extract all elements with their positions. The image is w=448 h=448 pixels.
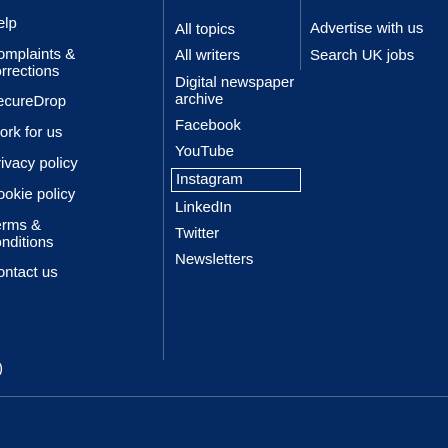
securedrop-link[interactable]: SecureDrop: [0, 93, 146, 111]
newsletters-link[interactable]: Newsletters: [175, 250, 295, 270]
column-divider-1: [163, 0, 164, 360]
complaints-corrections-link[interactable]: Complaints & corrections: [0, 46, 96, 80]
instagram-link[interactable]: Instagram: [171, 168, 301, 192]
twitter-link[interactable]: Twitter: [175, 224, 295, 244]
bottom-bar: ): [0, 360, 448, 448]
footer-column-info: Help Complaints & corrections SecureDrop…: [0, 15, 146, 295]
search-uk-jobs-link[interactable]: Search UK jobs: [310, 47, 448, 65]
bottom-fragment: ): [0, 360, 3, 377]
privacy-policy-link[interactable]: Privacy policy: [0, 155, 146, 173]
column-divider-2: [300, 0, 301, 70]
footer-column-topics: All topics All writers Digital newspaper…: [171, 20, 301, 276]
facebook-link[interactable]: Facebook: [175, 116, 295, 136]
linkedin-link[interactable]: LinkedIn: [175, 198, 295, 218]
digital-newspaper-archive-link[interactable]: Digital newspaper archive: [175, 74, 295, 108]
bottom-separator: [0, 396, 448, 397]
advertise-with-us-link[interactable]: Advertise with us: [310, 20, 448, 38]
help-link[interactable]: Help: [0, 15, 146, 33]
all-writers-link[interactable]: All writers: [175, 46, 295, 66]
work-for-us-link[interactable]: Work for us: [0, 124, 146, 142]
top-strip: [0, 0, 448, 6]
cookie-policy-link[interactable]: Cookie policy: [0, 186, 146, 204]
contact-us-link[interactable]: Contact us: [0, 264, 146, 282]
footer-column-commercial: Advertise with us Search UK jobs: [310, 20, 448, 74]
youtube-link[interactable]: YouTube: [175, 142, 295, 162]
terms-conditions-link[interactable]: Terms & conditions: [0, 217, 76, 251]
all-topics-link[interactable]: All topics: [175, 20, 295, 40]
